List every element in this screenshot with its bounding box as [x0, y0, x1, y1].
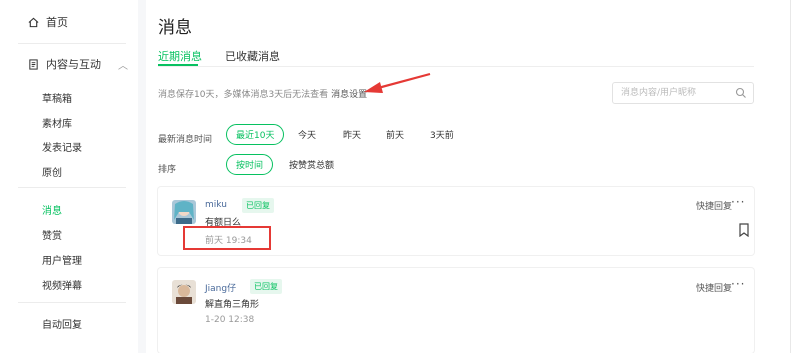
- tab-recent-messages[interactable]: 近期消息: [158, 48, 202, 64]
- search-box: [612, 82, 754, 104]
- sidebar-item-messages[interactable]: 消息: [42, 202, 62, 217]
- sidebar-item-users[interactable]: 用户管理: [42, 252, 82, 267]
- chevron-up-icon: ︿: [118, 60, 128, 72]
- more-icon[interactable]: ···: [731, 195, 745, 209]
- sidebar-divider: [18, 187, 126, 188]
- sort-by-time[interactable]: 按时间: [226, 154, 274, 175]
- document-icon: [29, 58, 38, 70]
- time-filter-today[interactable]: 今天: [298, 128, 316, 141]
- username[interactable]: miku: [205, 200, 227, 210]
- sidebar-divider: [18, 43, 126, 44]
- main-content: 消息 近期消息 已收藏消息 消息保存10天，多媒体消息3天后无法查看 消息设置 …: [146, 0, 764, 353]
- retention-notice: 消息保存10天，多媒体消息3天后无法查看 消息设置: [158, 87, 367, 100]
- status-badge: 已回复: [250, 279, 282, 294]
- search-input[interactable]: [621, 86, 731, 100]
- bookmark-icon[interactable]: [738, 223, 750, 237]
- sidebar-item-original[interactable]: 原创: [42, 164, 62, 179]
- sort-label: 排序: [158, 165, 177, 175]
- time-filter-yesterday[interactable]: 昨天: [343, 128, 361, 141]
- avatar[interactable]: [172, 280, 196, 304]
- time-filter-last-10-days[interactable]: 最近10天: [226, 124, 285, 145]
- sidebar-item-appreciation[interactable]: 赞赏: [42, 227, 62, 242]
- message-card[interactable]: Jiang仔 已回复 解直角三角形 1-20 12:38 快捷回复 ···: [158, 268, 754, 353]
- content-gutter: [138, 0, 146, 353]
- sidebar-group-content[interactable]: 内容与互动 ︿: [28, 56, 128, 72]
- retention-notice-text: 消息保存10天，多媒体消息3天后无法查看: [158, 90, 329, 100]
- quick-reply-button[interactable]: 快捷回复: [696, 281, 732, 294]
- sort-by-appreciation[interactable]: 按赞赏总额: [289, 158, 334, 171]
- time-filter-3-days-ago[interactable]: 3天前: [430, 128, 454, 141]
- highlight-box: [183, 226, 271, 250]
- sidebar-item-materials[interactable]: 素材库: [42, 115, 72, 130]
- message-time: 1-20 12:38: [205, 315, 255, 325]
- sidebar-item-home[interactable]: 首页: [28, 14, 68, 30]
- home-icon: [28, 17, 39, 27]
- page-title: 消息: [158, 18, 192, 38]
- sidebar-item-label: 首页: [46, 16, 68, 29]
- quick-reply-button[interactable]: 快捷回复: [696, 199, 732, 212]
- message-settings-link[interactable]: 消息设置: [331, 90, 367, 100]
- sidebar-divider: [18, 302, 126, 303]
- time-filter-label: 最新消息时间: [158, 135, 213, 145]
- username[interactable]: Jiang仔: [205, 281, 236, 294]
- scrollbar-track[interactable]: [790, 0, 791, 353]
- sidebar-item-video-danmaku[interactable]: 视频弹幕: [42, 277, 82, 292]
- status-badge: 已回复: [242, 198, 274, 213]
- time-filter-day-before[interactable]: 前天: [386, 128, 404, 141]
- more-icon[interactable]: ···: [731, 277, 745, 291]
- tab-saved-messages[interactable]: 已收藏消息: [225, 48, 280, 64]
- message-text: 解直角三角形: [205, 300, 260, 310]
- sidebar: 首页 内容与互动 ︿ 草稿箱 素材库 发表记录 原创 消息 赞赏 用户管理 视频…: [0, 0, 138, 353]
- sidebar-group-label: 内容与互动: [46, 58, 101, 71]
- tabs-divider: [158, 66, 754, 67]
- sidebar-item-drafts[interactable]: 草稿箱: [42, 90, 72, 105]
- sidebar-item-publish-records[interactable]: 发表记录: [42, 139, 82, 154]
- sidebar-item-auto-reply[interactable]: 自动回复: [42, 316, 82, 331]
- search-icon[interactable]: [735, 87, 747, 99]
- avatar[interactable]: [172, 200, 196, 224]
